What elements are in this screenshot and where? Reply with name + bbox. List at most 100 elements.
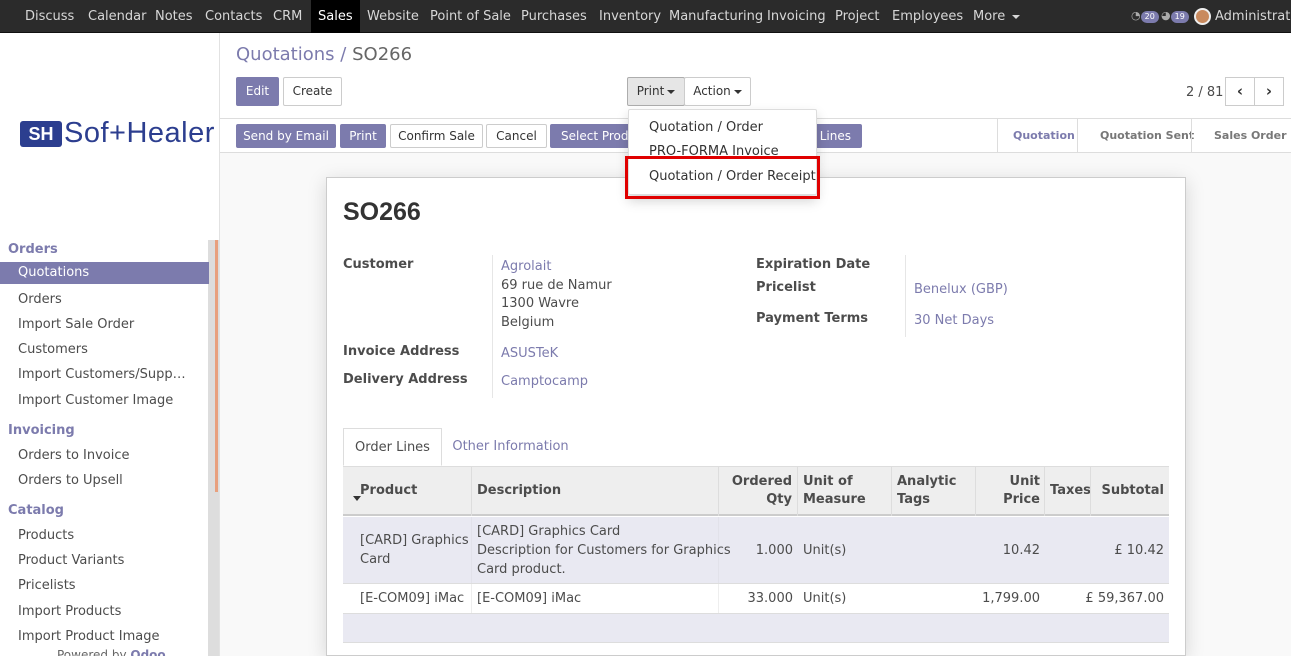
sidebar-item-products[interactable]: Products xyxy=(18,528,188,543)
order-name: SO266 xyxy=(343,198,421,226)
sidebar-item-product-variants[interactable]: Product Variants xyxy=(18,553,188,568)
order-lines-header: Product Description Ordered Qty Unit of Me… xyxy=(343,467,1169,516)
caret-down-icon xyxy=(667,89,676,94)
sidebar-scroll-thumb[interactable] xyxy=(215,240,218,492)
powered-by-brand[interactable]: Odoo xyxy=(130,648,165,656)
menu-point-of-sale[interactable]: Point of Sale xyxy=(430,0,511,33)
menu-invoicing[interactable]: Invoicing xyxy=(767,0,826,33)
create-button[interactable]: Create xyxy=(283,77,342,106)
user-avatar[interactable] xyxy=(1194,8,1211,25)
tab-order-lines[interactable]: Order Lines xyxy=(343,428,442,466)
breadcrumb-current: SO266 xyxy=(352,44,413,65)
sidebar-item-import-products[interactable]: Import Products xyxy=(18,604,188,619)
stage-quotation[interactable]: Quotation xyxy=(1013,119,1075,152)
column-ordered-qty[interactable]: Ordered Qty xyxy=(723,467,792,516)
highlight-box xyxy=(625,156,820,199)
sidebar-item-orders-to-invoice[interactable]: Orders to Invoice xyxy=(18,448,188,463)
sidebar-scrollbar[interactable] xyxy=(208,240,219,656)
sidebar-item-import-customers[interactable]: Import Customers/Suppli… xyxy=(18,367,188,382)
sidebar-item-quotations[interactable]: Quotations xyxy=(0,262,209,284)
pager-value[interactable]: 2 / 81 xyxy=(1186,85,1223,100)
print-button[interactable]: Print xyxy=(340,124,386,148)
breadcrumb-separator: / xyxy=(340,44,347,65)
sidebar-item-pricelists[interactable]: Pricelists xyxy=(18,578,188,593)
breadcrumb: Quotations / SO266 xyxy=(236,44,412,65)
menu-contacts[interactable]: Contacts xyxy=(205,0,262,33)
column-unit-price[interactable]: Unit Price xyxy=(981,467,1040,516)
menu-crm[interactable]: CRM xyxy=(273,0,302,33)
powered-by: Powered by Odoo xyxy=(57,648,166,656)
menu-website[interactable]: Website xyxy=(367,0,419,33)
chevron-left-icon[interactable]: ‹ xyxy=(1225,77,1255,106)
table-row[interactable]: [E-COM09] iMac [E-COM09] iMac 33.000 Uni… xyxy=(343,584,1169,614)
delivery-address-label: Delivery Address xyxy=(343,372,468,387)
menu-purchases[interactable]: Purchases xyxy=(521,0,587,33)
invoice-address-label: Invoice Address xyxy=(343,344,460,359)
column-unit-of-measure[interactable]: Unit of Measure xyxy=(803,467,866,516)
activities-icon[interactable]: ◕ 19 xyxy=(1161,8,1189,24)
sidebar-item-orders[interactable]: Orders xyxy=(18,292,188,307)
cell-description: [CARD] Graphics Card Description for Cust… xyxy=(477,524,731,577)
menu-sales[interactable]: Sales xyxy=(311,0,360,33)
print-label: Print xyxy=(636,84,665,98)
column-analytic-tags[interactable]: Analytic Tags xyxy=(897,467,956,516)
tab-other-information[interactable]: Other Information xyxy=(450,428,571,466)
customer-link[interactable]: Agrolait xyxy=(501,259,551,274)
menu-notes[interactable]: Notes xyxy=(155,0,193,33)
delivery-address-link[interactable]: Camptocamp xyxy=(501,374,588,389)
cell-product: [CARD] Graphics Card xyxy=(360,533,469,567)
payment-terms-label: Payment Terms xyxy=(756,311,869,326)
payment-terms-link[interactable]: 30 Net Days xyxy=(914,313,994,328)
sidebar-section-invoicing: Invoicing xyxy=(8,423,75,438)
menu-employees[interactable]: Employees xyxy=(892,0,963,33)
menu-calendar[interactable]: Calendar xyxy=(88,0,146,33)
action-dropdown-button[interactable]: Action xyxy=(684,77,751,106)
menu-project[interactable]: Project xyxy=(835,0,879,33)
sidebar-item-import-customer-image[interactable]: Import Customer Image xyxy=(18,393,188,408)
invoice-address-link[interactable]: ASUSTeK xyxy=(501,346,558,361)
caret-down-icon xyxy=(1012,14,1021,19)
confirm-sale-button[interactable]: Confirm Sale xyxy=(390,124,483,148)
column-taxes[interactable]: Taxes xyxy=(1050,467,1091,516)
user-menu[interactable]: Administrator xyxy=(1215,0,1291,33)
expiration-date-field[interactable] xyxy=(914,257,1114,275)
sidebar-item-import-sale-order[interactable]: Import Sale Order xyxy=(18,317,188,332)
cell-description: [E-COM09] iMac xyxy=(477,591,582,606)
sidebar-item-orders-to-upsell[interactable]: Orders to Upsell xyxy=(18,473,188,488)
cell-unit-of-measure: Unit(s) xyxy=(803,543,847,558)
column-subtotal[interactable]: Subtotal xyxy=(1093,467,1164,516)
send-by-email-button[interactable]: Send by Email xyxy=(236,124,336,148)
caret-down-icon xyxy=(733,89,742,94)
print-menu-quotation-order[interactable]: Quotation / Order xyxy=(649,120,763,135)
menu-discuss[interactable]: Discuss xyxy=(25,0,74,33)
menu-more[interactable]: More xyxy=(973,0,1021,33)
cell-unit-price: 1,799.00 xyxy=(982,591,1040,606)
menu-manufacturing[interactable]: Manufacturing xyxy=(669,0,763,33)
top-navbar: Discuss Calendar Notes Contacts CRM Sale… xyxy=(0,0,1291,33)
print-dropdown-button[interactable]: Print xyxy=(627,77,685,106)
table-row[interactable]: [CARD] Graphics Card [CARD] Graphics Card… xyxy=(343,517,1169,584)
activities-badge: 19 xyxy=(1170,11,1189,23)
messages-badge: 20 xyxy=(1140,11,1159,23)
messages-icon[interactable]: ◔ 20 xyxy=(1131,8,1159,24)
menu-more-label: More xyxy=(973,9,1006,24)
edit-button[interactable]: Edit xyxy=(236,77,279,106)
logo-mark: SH xyxy=(20,121,62,147)
stage-sales-order[interactable]: Sales Order xyxy=(1214,119,1287,152)
cell-unit-price: 10.42 xyxy=(1002,543,1040,558)
column-product[interactable]: Product xyxy=(360,467,417,516)
menu-inventory[interactable]: Inventory xyxy=(599,0,661,33)
breadcrumb-quotations[interactable]: Quotations xyxy=(236,44,335,65)
cancel-button[interactable]: Cancel xyxy=(486,124,547,148)
customer-address-line: 69 rue de Namur xyxy=(501,278,612,293)
cell-subtotal: £ 10.42 xyxy=(1114,543,1164,558)
pricelist-link[interactable]: Benelux (GBP) xyxy=(914,282,1008,297)
chevron-right-icon[interactable]: › xyxy=(1254,77,1284,106)
sidebar-item-import-product-image[interactable]: Import Product Image xyxy=(18,629,188,644)
cell-ordered-qty: 33.000 xyxy=(747,591,794,606)
stage-quotation-sent[interactable]: Quotation Sent xyxy=(1100,119,1194,152)
column-description[interactable]: Description xyxy=(477,467,561,516)
customer-address-line: Belgium xyxy=(501,315,555,330)
sidebar-item-customers[interactable]: Customers xyxy=(18,342,188,357)
table-row-empty[interactable] xyxy=(343,614,1169,643)
